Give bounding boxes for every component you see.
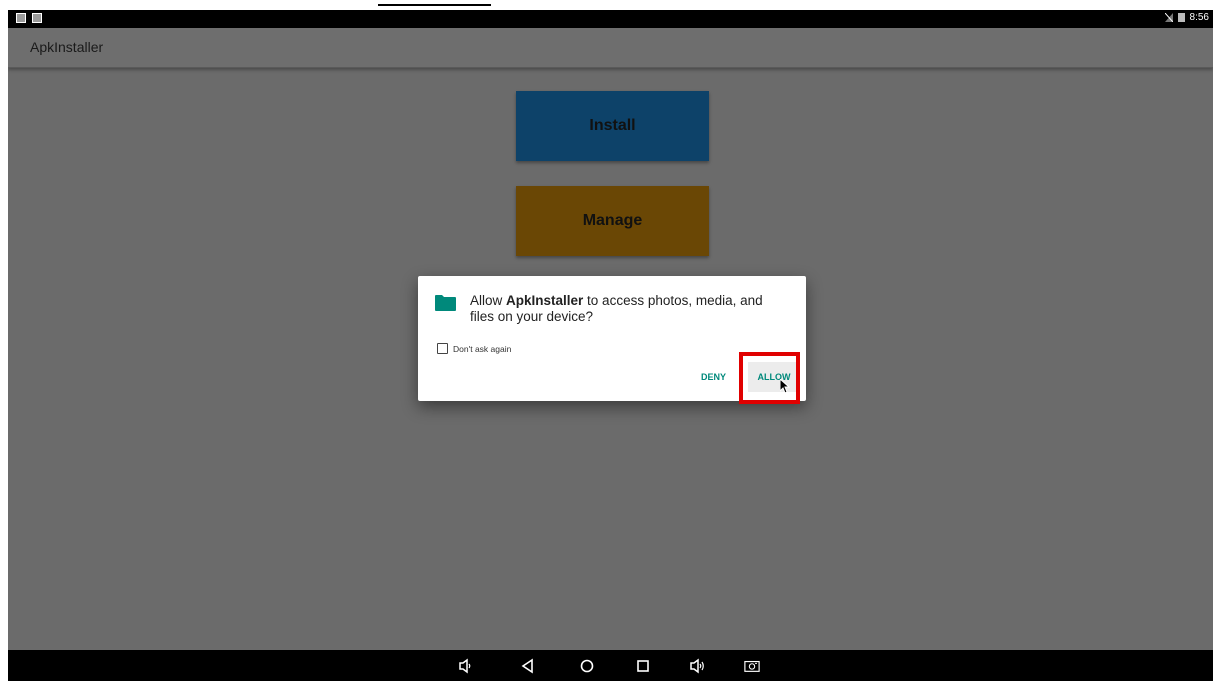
allow-highlight-box [739, 352, 800, 404]
navigation-bar [8, 650, 1213, 681]
mouse-cursor-icon [780, 379, 790, 394]
message-prefix: Allow [470, 293, 507, 308]
screenshot-icon[interactable] [744, 658, 760, 674]
install-button[interactable]: Install [516, 91, 709, 161]
app-name: ApkInstaller [506, 293, 584, 308]
dont-ask-row[interactable]: Don't ask again [437, 343, 511, 354]
dont-ask-checkbox[interactable] [437, 343, 448, 354]
recents-icon[interactable] [635, 658, 651, 674]
battery-icon [1177, 13, 1185, 22]
app-notification-icon [32, 13, 42, 23]
device-screen: 8:56 ApkInstaller Install Manage Allow A… [8, 10, 1213, 681]
volume-up-icon[interactable] [689, 658, 705, 674]
back-icon[interactable] [520, 658, 536, 674]
top-strip [0, 0, 1213, 10]
home-icon[interactable] [579, 658, 595, 674]
permission-message: Allow ApkInstaller to access photos, med… [470, 293, 790, 325]
dont-ask-label: Don't ask again [453, 343, 512, 354]
top-underline [378, 4, 491, 6]
app-title: ApkInstaller [30, 39, 104, 55]
manage-button[interactable]: Manage [516, 186, 709, 256]
no-signal-icon [1164, 13, 1173, 22]
status-right: 8:56 [1164, 12, 1209, 23]
volume-down-icon[interactable] [457, 658, 473, 674]
deny-button[interactable]: DENY [701, 372, 726, 382]
notification-icons [16, 13, 42, 23]
image-notification-icon [16, 13, 26, 23]
status-time: 8:56 [1189, 12, 1209, 23]
folder-icon [435, 295, 456, 311]
app-bar: ApkInstaller [8, 28, 1213, 68]
status-bar: 8:56 [8, 10, 1213, 28]
